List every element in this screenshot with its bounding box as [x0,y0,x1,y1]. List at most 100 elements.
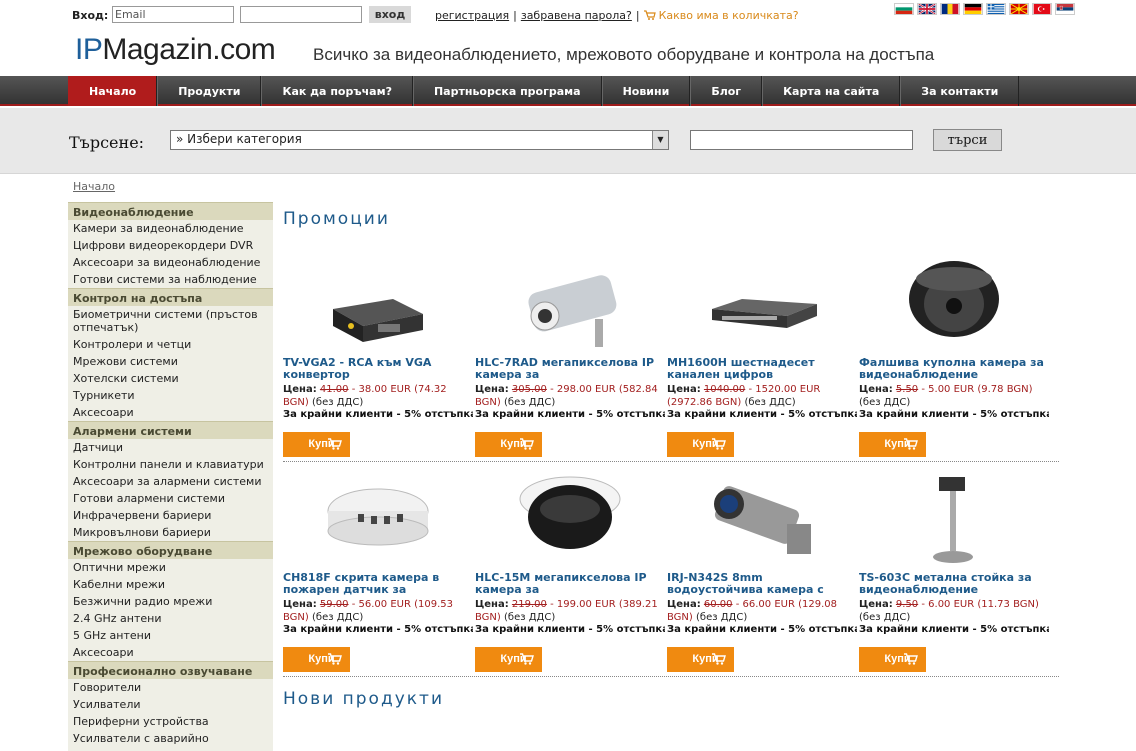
product-name[interactable]: TV-VGA2 - RCA към VGA конвертор [283,357,471,381]
product-name[interactable]: Фалшива куполна камера за видеонаблюдени… [859,357,1047,381]
chevron-down-icon[interactable]: ▼ [652,131,668,149]
product-price: Цена: 59.00 - 56.00 EUR (109.53 BGN) (бе… [283,598,471,624]
login-button[interactable]: вход [369,6,411,23]
breadcrumb[interactable]: Начало [73,180,115,193]
sidebar-item[interactable]: Аксесоари за алармени системи [68,473,273,490]
buy-button[interactable]: Купи [667,432,734,457]
register-link[interactable]: регистрация [435,9,509,22]
sidebar-item[interactable]: Контролни панели и клавиатури [68,456,273,473]
sidebar-item[interactable]: Кабелни мрежи [68,576,273,593]
product-name[interactable]: HLC-7RAD мегапикселова IP камера за [475,357,663,381]
converter-box-icon[interactable] [283,254,473,354]
product-name[interactable]: HLC-15M мегапикселова IP камера за [475,572,663,596]
nav-item[interactable]: За контакти [900,76,1020,106]
nav-item[interactable]: Блог [690,76,763,106]
discount-note: За крайни клиенти - 5% отстъпка [475,624,665,635]
email-field[interactable] [112,6,234,23]
nav-item[interactable]: Партньорска програма [412,76,602,106]
buy-button[interactable]: Купи [283,432,350,457]
nav-item[interactable]: Как да поръчам? [261,76,413,106]
sidebar-section-title[interactable]: Видеонаблюдение [68,202,273,220]
cart-link[interactable]: Какво има в количката? [643,9,799,22]
nav-item[interactable]: Карта на сайта [762,76,901,106]
sidebar-item[interactable]: Контролери и четци [68,336,273,353]
sidebar-section-title[interactable]: Мрежово оборудване [68,541,273,559]
sidebar-item[interactable]: Усилватели [68,696,273,713]
sidebar-item[interactable]: Датчици [68,439,273,456]
row-divider [283,676,1059,677]
sidebar-item[interactable]: 5 GHz антени [68,627,273,644]
product-name[interactable]: MH1600H шестнадесет канален цифров [667,357,855,381]
site-logo[interactable]: IPMagazin.com [75,33,276,67]
sidebar-item[interactable]: Аксесоари [68,644,273,661]
sidebar-section-title[interactable]: Професионално озвучаване [68,661,273,679]
sidebar-item[interactable]: Безжични радио мрежи [68,593,273,610]
search-label: Търсене: [69,133,145,152]
dome-camera-icon[interactable] [859,254,1049,354]
cart-icon [904,653,918,665]
product-name[interactable]: IRJ-N342S 8mm водоустойчива камера с [667,572,855,596]
sidebar-item[interactable]: Говорители [68,679,273,696]
sidebar-item[interactable]: Усилватели с аварийно [68,730,273,747]
sidebar-item[interactable]: Турникети [68,387,273,404]
sidebar-item[interactable]: Оптични мрежи [68,559,273,576]
old-price: 59.00 [319,599,349,610]
buy-button[interactable]: Купи [859,647,926,672]
product-price: Цена: 60.00 - 66.00 EUR (129.08 BGN) (бе… [667,598,855,624]
product-price: Цена: 1040.00 - 1520.00 EUR (2972.86 BGN… [667,383,855,409]
buy-button[interactable]: Купи [475,432,542,457]
romania-flag[interactable] [940,3,960,15]
buy-button[interactable]: Купи [283,647,350,672]
product-name[interactable]: CH818F скрита камера в пожарен датчик за [283,572,471,596]
discount-note: За крайни клиенти - 5% отстъпка [283,624,473,635]
language-flags [894,3,1075,15]
search-button[interactable]: търси [933,129,1002,151]
bullet-camera-icon[interactable] [475,254,665,354]
vat-note: (без ДДС) [312,612,364,623]
product-price: Цена: 41.00 - 38.00 EUR (74.32 BGN) (без… [283,383,471,409]
sidebar-item[interactable]: Камери за видеонаблюдение [68,220,273,237]
nav-item[interactable]: Продукти [157,76,262,106]
product-name[interactable]: TS-603C метална стойка за видеонаблюдени… [859,572,1047,596]
dome-camera-white-icon[interactable] [475,469,665,569]
search-input[interactable] [690,130,913,150]
germany-flag[interactable] [963,3,983,15]
site-tagline: Всичко за видеонаблюдението, мрежовото о… [313,45,935,64]
login-label: Вход: [72,9,109,22]
buy-button[interactable]: Купи [667,647,734,672]
bulgaria-flag[interactable] [894,3,914,15]
camera-stand-icon[interactable] [859,469,1049,569]
buy-button[interactable]: Купи [475,647,542,672]
sidebar-item[interactable]: 2.4 GHz антени [68,610,273,627]
forgot-password-link[interactable]: забравена парола? [521,9,632,22]
password-field[interactable] [240,6,362,23]
greece-flag[interactable] [986,3,1006,15]
sidebar-item[interactable]: Микровълнови бариери [68,524,273,541]
sidebar-item[interactable]: Мрежови системи [68,353,273,370]
ir-bullet-camera-icon[interactable] [667,469,857,569]
buy-button[interactable]: Купи [859,432,926,457]
smoke-detector-camera-icon[interactable] [283,469,473,569]
category-select[interactable]: » Избери категория ▼ [170,130,669,150]
nav-item[interactable]: Новини [601,76,691,106]
sidebar-item[interactable]: Периферни устройства [68,713,273,730]
sidebar-item[interactable]: Цифрови видеорекордери DVR [68,237,273,254]
sidebar-item[interactable]: Аксесоари за видеонаблюдение [68,254,273,271]
dvr-recorder-icon[interactable] [667,254,857,354]
sidebar-item[interactable]: Готови алармени системи [68,490,273,507]
macedonia-flag[interactable] [1009,3,1029,15]
sidebar-item[interactable]: Хотелски системи [68,370,273,387]
sidebar-section-title[interactable]: Алармени системи [68,421,273,439]
sidebar-item[interactable]: Биометрични системи (пръстов отпечатък) [68,306,273,336]
sidebar-item[interactable]: Готови системи за наблюдение [68,271,273,288]
serbia-flag[interactable] [1055,3,1075,15]
cart-icon [712,438,726,450]
sidebar-section-title[interactable]: Контрол на достъпа [68,288,273,306]
sidebar-item[interactable]: Инфрачервени бариери [68,507,273,524]
nav-item[interactable]: Начало [68,76,158,106]
sidebar-item[interactable]: Аксесоари [68,404,273,421]
turkey-flag[interactable] [1032,3,1052,15]
uk-flag[interactable] [917,3,937,15]
new-price: - 5.00 EUR (9.78 BGN) [921,384,1033,395]
search-band: Търсене: » Избери категория ▼ търси [0,108,1136,174]
